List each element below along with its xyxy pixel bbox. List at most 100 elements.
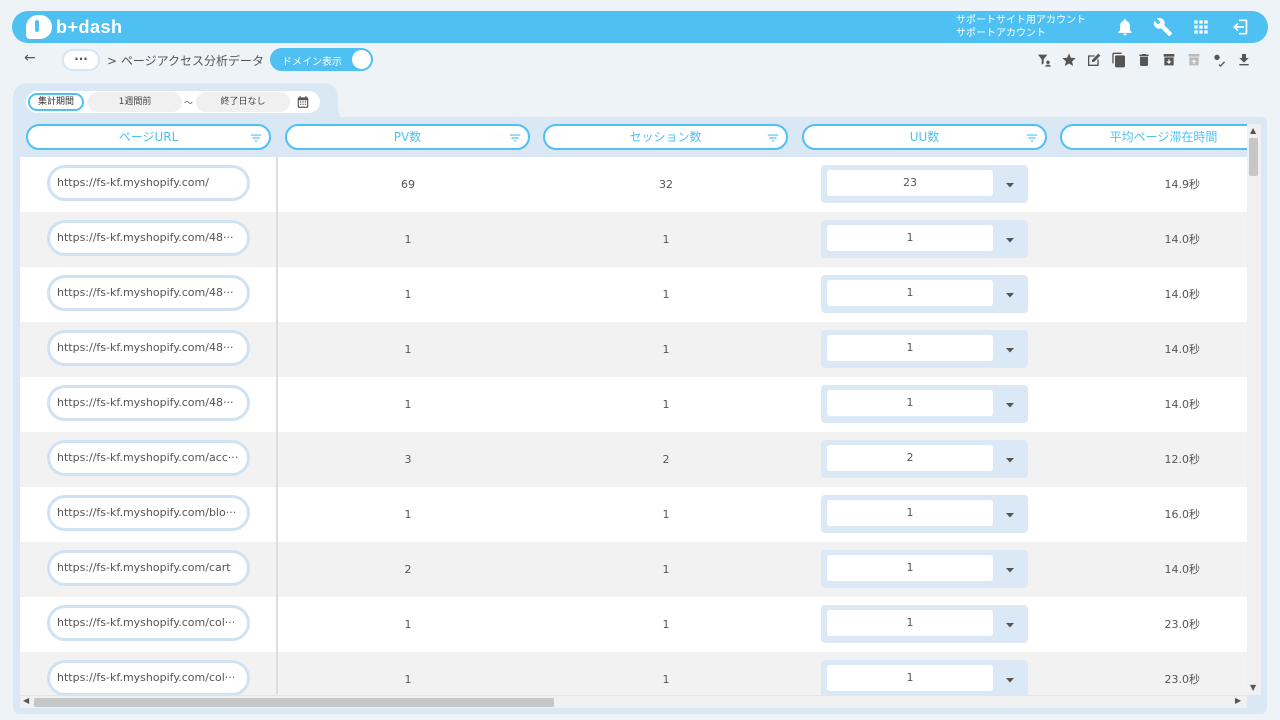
caret-down-icon[interactable] — [1004, 671, 1016, 683]
uu-value[interactable]: 1 — [827, 665, 993, 691]
apps-grid-icon[interactable] — [1188, 14, 1214, 40]
period-start-field[interactable]: 1週間前 — [88, 92, 182, 112]
period-separator: ～ — [184, 99, 194, 109]
column-header-pv[interactable]: PV数 — [285, 124, 530, 150]
caret-down-icon[interactable] — [1004, 451, 1016, 463]
page-url-link[interactable]: https://fs-kf.myshopify.com/48··· — [47, 330, 250, 366]
uu-dropdown[interactable]: 1 — [821, 495, 1028, 533]
table-row[interactable]: https://fs-kf.myshopify.com/acc··· 3 2 2 12.… — [20, 432, 1247, 487]
filter-icon[interactable] — [249, 130, 263, 144]
uu-value[interactable]: 23 — [827, 170, 993, 196]
column-header-sessions[interactable]: セッション数 — [543, 124, 788, 150]
table-row[interactable]: https://fs-kf.myshopify.com/48··· 1 1 1 14.0… — [20, 377, 1247, 432]
avg-time-cell: 14.0秒 — [1164, 233, 1201, 246]
table-row[interactable]: https://fs-kf.myshopify.com/col··· 1 1 1 23.… — [20, 652, 1247, 695]
page-url-link[interactable]: https://fs-kf.myshopify.com/acc··· — [47, 440, 250, 476]
horizontal-scroll-thumb[interactable] — [34, 698, 554, 707]
calendar-icon[interactable] — [296, 94, 312, 110]
account-site: サポートサイト用アカウント — [956, 15, 1086, 26]
scroll-left-arrow-icon[interactable]: ◀ — [23, 696, 29, 705]
table-row[interactable]: https://fs-kf.myshopify.com/69 32 23 14.9秒 — [20, 157, 1247, 212]
breadcrumb: > ページアクセス分析データ — [107, 54, 265, 68]
page-url-link[interactable]: https://fs-kf.myshopify.com/col··· — [47, 660, 250, 695]
delete-icon[interactable] — [1133, 50, 1154, 70]
column-header-page-url[interactable]: ページURL — [26, 124, 271, 150]
top-bar: b+dash サポートサイト用アカウント サポートアカウント — [12, 11, 1268, 43]
uu-value[interactable]: 1 — [827, 500, 993, 526]
uu-value[interactable]: 1 — [827, 335, 993, 361]
filter-icon[interactable] — [1025, 130, 1039, 144]
period-end-field[interactable]: 終了日なし — [196, 92, 290, 112]
filter-user-icon[interactable] — [1033, 50, 1054, 70]
filter-icon[interactable] — [766, 130, 780, 144]
bell-icon[interactable] — [1112, 14, 1138, 40]
uu-dropdown[interactable]: 1 — [821, 605, 1028, 643]
uu-value[interactable]: 2 — [827, 445, 993, 471]
caret-down-icon[interactable] — [1004, 341, 1016, 353]
page-url-link[interactable]: https://fs-kf.myshopify.com/48··· — [47, 220, 250, 256]
caret-down-icon[interactable] — [1004, 396, 1016, 408]
uu-dropdown[interactable]: 1 — [821, 385, 1028, 423]
table-row[interactable]: https://fs-kf.myshopify.com/cart 2 1 1 14.0秒 — [20, 542, 1247, 597]
uu-dropdown[interactable]: 1 — [821, 550, 1028, 588]
scroll-down-arrow-icon[interactable]: ▼ — [1250, 683, 1256, 692]
user-check-icon[interactable] — [1208, 50, 1229, 70]
logout-icon[interactable] — [1226, 14, 1252, 40]
uu-dropdown[interactable]: 23 — [821, 165, 1028, 203]
uu-dropdown[interactable]: 2 — [821, 440, 1028, 478]
copy-icon[interactable] — [1108, 50, 1129, 70]
column-header-uu[interactable]: UU数 — [802, 124, 1047, 150]
column-header-avg-time[interactable]: 平均ページ滞在時間 — [1060, 124, 1247, 150]
pv-cell: 3 — [404, 453, 412, 466]
table-row[interactable]: https://fs-kf.myshopify.com/48··· 1 1 1 14.0… — [20, 267, 1247, 322]
caret-down-icon[interactable] — [1004, 616, 1016, 628]
toggle-knob — [352, 50, 371, 69]
table-row[interactable]: https://fs-kf.myshopify.com/48··· 1 1 1 14.0… — [20, 212, 1247, 267]
account-info[interactable]: サポートサイト用アカウント サポートアカウント — [956, 14, 1086, 40]
uu-value[interactable]: 1 — [827, 390, 993, 416]
archive-icon[interactable] — [1158, 50, 1179, 70]
uu-value[interactable]: 1 — [827, 555, 993, 581]
avg-time-cell: 14.0秒 — [1164, 563, 1201, 576]
uu-dropdown[interactable]: 1 — [821, 220, 1028, 258]
download-icon[interactable] — [1233, 50, 1254, 70]
caret-down-icon[interactable] — [1004, 506, 1016, 518]
table-row[interactable]: https://fs-kf.myshopify.com/48··· 1 1 1 14.0… — [20, 322, 1247, 377]
uu-dropdown[interactable]: 1 — [821, 330, 1028, 368]
uu-value[interactable]: 1 — [827, 225, 993, 251]
vertical-scroll-thumb[interactable] — [1249, 138, 1258, 176]
uu-value[interactable]: 1 — [827, 610, 993, 636]
wrench-icon[interactable] — [1150, 14, 1176, 40]
page-url-link[interactable]: https://fs-kf.myshopify.com/48··· — [47, 385, 250, 421]
vertical-scrollbar[interactable]: ▲ ▼ — [1247, 124, 1261, 695]
caret-down-icon[interactable] — [1004, 176, 1016, 188]
caret-down-icon[interactable] — [1004, 286, 1016, 298]
domain-display-toggle[interactable]: ドメイン表示 — [270, 48, 373, 71]
uu-value[interactable]: 1 — [827, 280, 993, 306]
page-url-link[interactable]: https://fs-kf.myshopify.com/ — [47, 165, 250, 201]
caret-down-icon[interactable] — [1004, 231, 1016, 243]
scroll-right-arrow-icon[interactable]: ▶ — [1235, 696, 1241, 705]
page-url-link[interactable]: https://fs-kf.myshopify.com/blo··· — [47, 495, 250, 531]
avg-time-cell: 14.9秒 — [1164, 178, 1201, 191]
table-row[interactable]: https://fs-kf.myshopify.com/col··· 1 1 1 23.… — [20, 597, 1247, 652]
caret-down-icon[interactable] — [1004, 561, 1016, 573]
avg-time-cell: 23.0秒 — [1164, 618, 1201, 631]
logo[interactable]: b+dash — [26, 15, 123, 39]
pv-cell: 69 — [401, 178, 415, 191]
back-button[interactable]: ← — [24, 50, 36, 66]
page-url-link[interactable]: https://fs-kf.myshopify.com/col··· — [47, 605, 250, 641]
table-row[interactable]: https://fs-kf.myshopify.com/blo··· 1 1 1 16.… — [20, 487, 1247, 542]
column-header-label: UU数 — [909, 130, 940, 144]
star-icon[interactable] — [1058, 50, 1079, 70]
page-url-link[interactable]: https://fs-kf.myshopify.com/48··· — [47, 275, 250, 311]
uu-dropdown[interactable]: 1 — [821, 660, 1028, 695]
filter-icon[interactable] — [508, 130, 522, 144]
edit-icon[interactable] — [1083, 50, 1104, 70]
scroll-up-arrow-icon[interactable]: ▲ — [1250, 126, 1256, 135]
unarchive-icon[interactable] — [1183, 50, 1204, 70]
uu-dropdown[interactable]: 1 — [821, 275, 1028, 313]
horizontal-scrollbar[interactable]: ◀ ▶ — [20, 696, 1247, 708]
breadcrumb-more-button[interactable]: ··· — [62, 49, 100, 71]
page-url-link[interactable]: https://fs-kf.myshopify.com/cart — [47, 550, 250, 586]
